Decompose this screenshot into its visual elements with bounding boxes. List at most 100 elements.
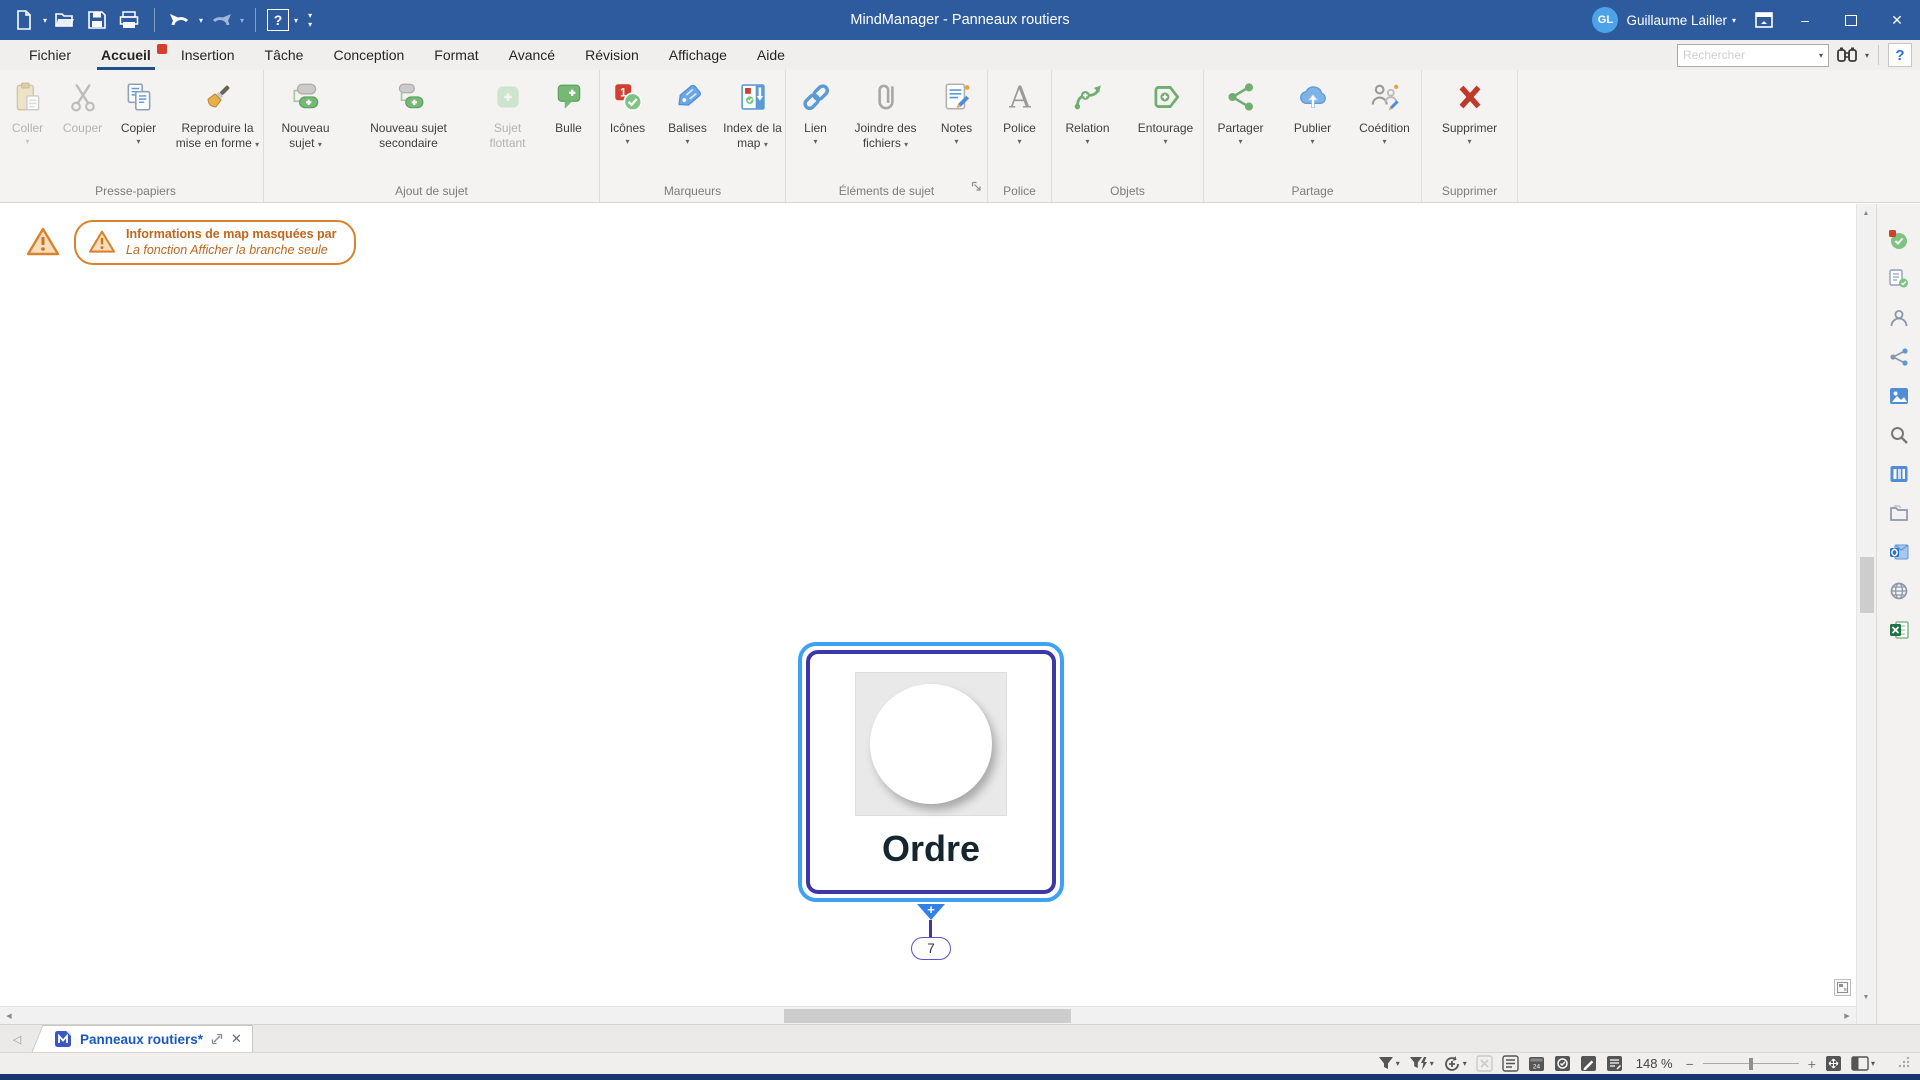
maximize-button[interactable] bbox=[1828, 0, 1874, 40]
zoom-out-button[interactable]: − bbox=[1686, 1056, 1694, 1072]
dropdown-caret-icon[interactable]: ▾ bbox=[1871, 1059, 1875, 1068]
tab-insertion[interactable]: Insertion bbox=[166, 40, 250, 70]
sujet-flottant-button[interactable]: Sujet flottant bbox=[476, 80, 540, 151]
warning-pill[interactable]: Informations de map masquées par La fonc… bbox=[74, 220, 356, 265]
dropdown-caret-icon[interactable]: ▾ bbox=[625, 138, 629, 146]
coedition-button[interactable]: Coédition ▾ bbox=[1348, 80, 1422, 146]
dropdown-caret-icon[interactable]: ▾ bbox=[240, 16, 244, 25]
dropdown-caret-icon[interactable]: ▾ bbox=[1396, 1059, 1400, 1068]
document-tab-label[interactable]: Panneaux routiers* bbox=[80, 1032, 203, 1047]
search-caret-icon[interactable]: ▾ bbox=[1819, 51, 1823, 60]
partager-button[interactable]: Partager ▾ bbox=[1204, 80, 1278, 146]
map-overview-button[interactable] bbox=[1834, 979, 1851, 996]
nouveau-sujet-secondaire-button[interactable]: Nouveau sujet secondaire bbox=[346, 80, 472, 151]
lien-button[interactable]: Lien ▾ bbox=[791, 80, 841, 146]
view-panel-button[interactable]: ▾ bbox=[1851, 1056, 1875, 1071]
scroll-left-arrow-icon[interactable]: ◀ bbox=[0, 1007, 18, 1024]
icones-button[interactable]: 1 Icônes ▾ bbox=[600, 80, 656, 146]
save-button[interactable] bbox=[83, 6, 111, 34]
dropdown-caret-icon[interactable]: ▾ bbox=[43, 16, 47, 25]
search-icon[interactable] bbox=[1887, 423, 1910, 446]
redo-button[interactable] bbox=[207, 6, 235, 34]
contextual-help-button[interactable]: ? bbox=[1888, 43, 1912, 67]
open-file-button[interactable] bbox=[51, 6, 79, 34]
center-map-button[interactable] bbox=[1476, 1055, 1493, 1072]
central-topic[interactable]: Ordre bbox=[806, 650, 1056, 894]
avatar[interactable]: GL bbox=[1592, 7, 1618, 33]
dropdown-caret-icon[interactable]: ▾ bbox=[1430, 1059, 1434, 1068]
horizontal-scrollbar[interactable]: ◀ ▶ bbox=[0, 1006, 1856, 1024]
joindre-des-fichiers-button[interactable]: Joindre des fichiers ▾ bbox=[845, 80, 927, 151]
resize-grip[interactable] bbox=[1898, 1055, 1910, 1073]
scroll-right-arrow-icon[interactable]: ▶ bbox=[1838, 1007, 1856, 1024]
index-de-la-map-button[interactable]: Index de la map ▾ bbox=[720, 80, 786, 151]
map-canvas[interactable]: Informations de map masquées par La fonc… bbox=[0, 204, 1856, 1024]
dropdown-caret-icon[interactable]: ▾ bbox=[1238, 138, 1242, 146]
dropdown-caret-icon[interactable]: ▾ bbox=[1382, 138, 1386, 146]
close-button[interactable]: ✕ bbox=[1874, 0, 1920, 40]
dropdown-caret-icon[interactable]: ▾ bbox=[813, 138, 817, 146]
dropdown-caret-icon[interactable]: ▾ bbox=[1017, 138, 1021, 146]
dropdown-caret-icon[interactable]: ▾ bbox=[764, 140, 768, 149]
couper-button[interactable]: Couper bbox=[56, 80, 110, 136]
supprimer-button[interactable]: Supprimer ▾ bbox=[1430, 80, 1510, 146]
search-input[interactable] bbox=[1683, 48, 1819, 62]
dropdown-caret-icon[interactable]: ▾ bbox=[1085, 138, 1089, 146]
previous-tab-arrow-icon[interactable]: ◁ bbox=[0, 1033, 34, 1052]
resources-icon[interactable] bbox=[1887, 306, 1910, 329]
search-box[interactable]: ▾ bbox=[1677, 44, 1829, 67]
notes-panel-button[interactable] bbox=[1606, 1055, 1623, 1072]
zoom-slider[interactable] bbox=[1703, 1057, 1799, 1071]
relationships-icon[interactable] bbox=[1887, 345, 1910, 368]
power-filter-button[interactable]: ▾ bbox=[1409, 1056, 1434, 1071]
notes-button[interactable]: Notes ▾ bbox=[931, 80, 983, 146]
reproduire-mise-en-forme-button[interactable]: Reproduire la mise en forme ▾ bbox=[168, 80, 268, 151]
document-tab[interactable]: Panneaux routiers* ✕ bbox=[48, 1025, 253, 1052]
dropdown-caret-icon[interactable]: ▾ bbox=[136, 138, 140, 146]
fit-map-button[interactable] bbox=[1825, 1055, 1842, 1072]
tab-conception[interactable]: Conception bbox=[318, 40, 419, 70]
subtopic-count-badge[interactable]: 7 bbox=[911, 937, 951, 960]
outlook-icon[interactable] bbox=[1887, 540, 1910, 563]
vertical-scroll-thumb[interactable] bbox=[1860, 557, 1874, 613]
zoom-in-button[interactable]: + bbox=[1808, 1056, 1816, 1072]
excel-icon[interactable] bbox=[1887, 618, 1910, 641]
dropdown-caret-icon[interactable]: ▾ bbox=[685, 138, 689, 146]
relation-button[interactable]: Relation ▾ bbox=[1052, 80, 1124, 146]
copier-button[interactable]: Copier ▾ bbox=[114, 80, 164, 146]
scroll-down-arrow-icon[interactable]: ▼ bbox=[1857, 988, 1875, 1006]
collapse-branch-button[interactable]: + bbox=[917, 904, 945, 920]
vertical-scrollbar[interactable]: ▲ ▼ bbox=[1856, 204, 1876, 1024]
coller-button[interactable]: Coller ▾ bbox=[4, 80, 52, 146]
tab-affichage[interactable]: Affichage bbox=[654, 40, 742, 70]
dropdown-caret-icon[interactable]: ▾ bbox=[954, 138, 958, 146]
tab-revision[interactable]: Révision bbox=[570, 40, 654, 70]
map-parts-icon[interactable] bbox=[1887, 267, 1910, 290]
dropdown-caret-icon[interactable]: ▾ bbox=[1865, 51, 1869, 60]
print-button[interactable] bbox=[115, 6, 143, 34]
dropdown-caret-icon[interactable]: ▾ bbox=[1163, 138, 1167, 146]
outline-view-button[interactable] bbox=[1502, 1055, 1519, 1072]
tab-tache[interactable]: Tâche bbox=[250, 40, 319, 70]
horizontal-scroll-thumb[interactable] bbox=[784, 1009, 1071, 1023]
close-tab-icon[interactable]: ✕ bbox=[231, 1031, 242, 1047]
police-button[interactable]: A Police ▾ bbox=[992, 80, 1048, 146]
customize-toolbar-icon[interactable]: ▾▾ bbox=[308, 11, 312, 29]
dropdown-caret-icon[interactable]: ▾ bbox=[904, 140, 908, 149]
files-icon[interactable] bbox=[1887, 501, 1910, 524]
tab-avance[interactable]: Avancé bbox=[494, 40, 570, 70]
bulle-button[interactable]: Bulle bbox=[544, 80, 594, 136]
central-topic-selection[interactable]: Ordre bbox=[798, 642, 1064, 902]
balises-button[interactable]: Balises ▾ bbox=[660, 80, 716, 146]
user-menu-caret-icon[interactable]: ▾ bbox=[1732, 16, 1736, 25]
user-name[interactable]: Guillaume Lailler bbox=[1626, 13, 1727, 28]
publier-button[interactable]: Publier ▾ bbox=[1282, 80, 1344, 146]
pen-button[interactable] bbox=[1580, 1055, 1597, 1072]
binoculars-icon[interactable] bbox=[1836, 46, 1858, 64]
library-icon[interactable] bbox=[1887, 462, 1910, 485]
help-button[interactable]: ? bbox=[267, 9, 289, 31]
task-info-icon[interactable] bbox=[1887, 228, 1910, 251]
tab-aide[interactable]: Aide bbox=[742, 40, 800, 70]
minimize-button[interactable]: – bbox=[1782, 0, 1828, 40]
topic-title[interactable]: Ordre bbox=[882, 828, 980, 870]
